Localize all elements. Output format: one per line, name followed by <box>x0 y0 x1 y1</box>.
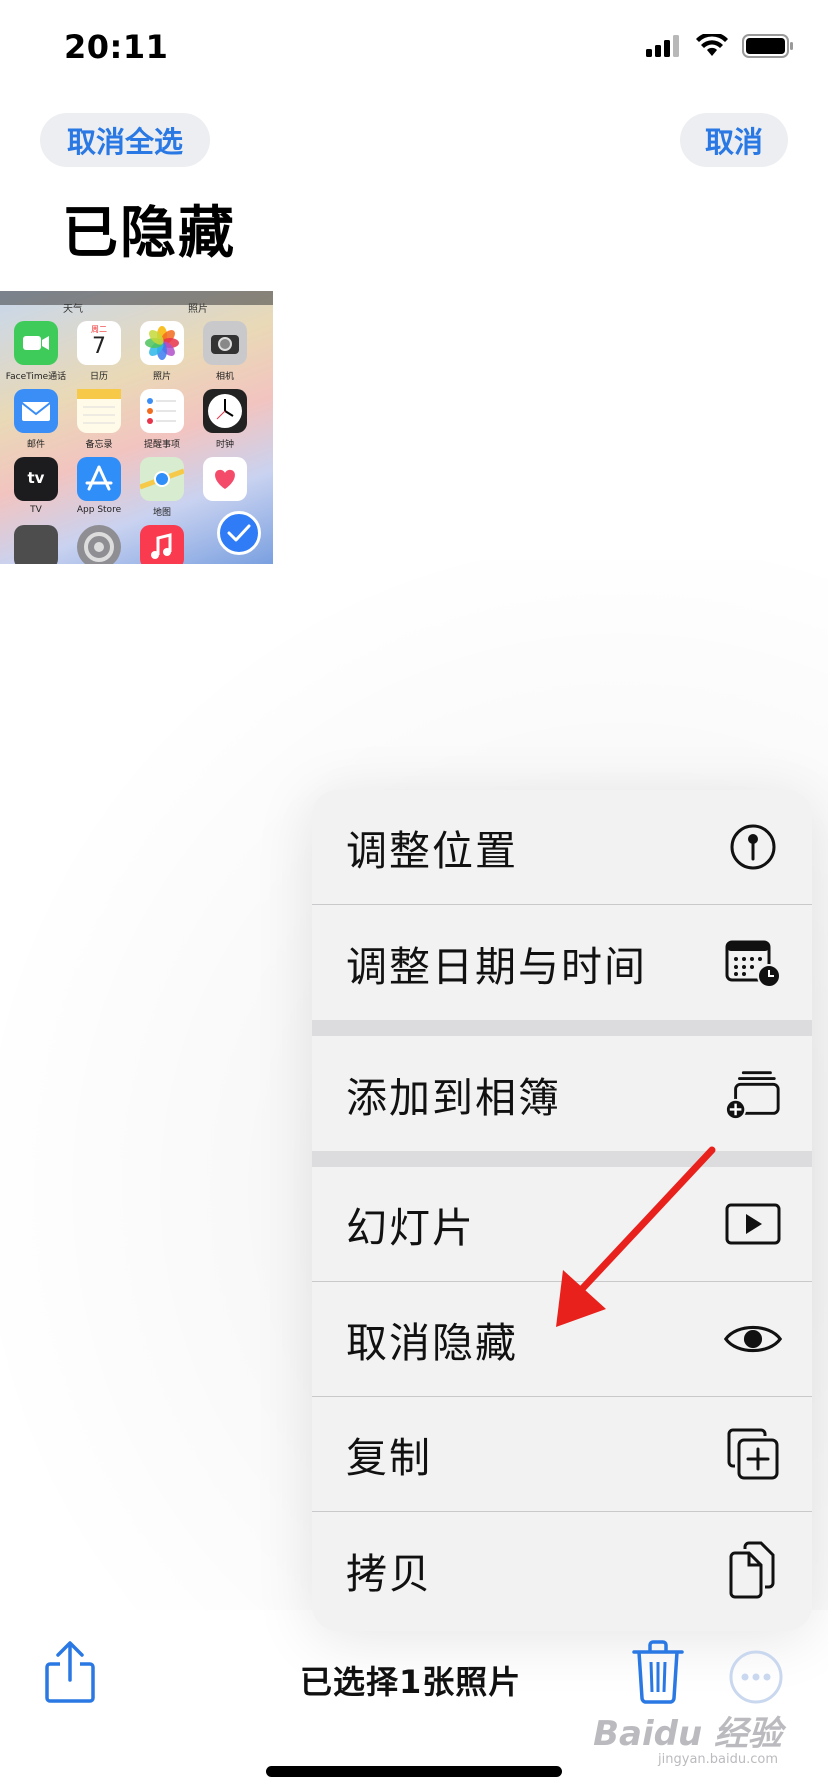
reminders-icon: 提醒事项 <box>140 389 184 450</box>
music-icon <box>140 525 184 564</box>
menu-item-label: 幻灯片 <box>346 1204 475 1252</box>
camera-icon: 相机 <box>203 321 247 382</box>
photos-hidden-album-screen: 20:11 取消全选 取消 已隐藏 天气 照片 FaceTime通话 周二 7 … <box>0 0 828 1792</box>
menu-item-label: 调整日期与时间 <box>346 942 647 991</box>
context-menu: 调整位置 调整日期与时间 添加到相簿 幻灯片 取消隐藏 复制 拷贝 <box>312 790 812 1631</box>
status-icons <box>646 34 794 58</box>
notes-icon: 备忘录 <box>77 389 121 450</box>
watermark-logo: Baidu 经验 <box>593 1714 782 1754</box>
watermark-url: jingyan.baidu.com <box>658 1752 778 1767</box>
copy-icon <box>724 1541 782 1599</box>
page-title: 已隐藏 <box>62 201 236 266</box>
selection-count: 已选择1张照片 <box>300 1663 522 1701</box>
menu-item-label: 拷贝 <box>346 1549 432 1598</box>
wifi-icon <box>696 34 728 56</box>
menu-section-divider <box>312 1151 812 1167</box>
maps-icon: 地图 <box>139 457 185 518</box>
mail-icon: 邮件 <box>14 389 58 450</box>
delete-button[interactable] <box>632 1640 684 1704</box>
menu-item-adjust-location[interactable]: 调整位置 <box>312 790 812 905</box>
settings-icon <box>77 525 121 564</box>
tv-icon: tv TV <box>14 457 58 515</box>
cancel-button[interactable]: 取消 <box>680 113 788 167</box>
menu-item-copy[interactable]: 拷贝 <box>312 1512 812 1627</box>
battery-icon <box>742 34 793 58</box>
thumbnail-widget-strip <box>0 291 273 305</box>
menu-item-label: 调整位置 <box>346 827 518 875</box>
menu-section-divider <box>312 1020 812 1036</box>
menu-item-label: 复制 <box>346 1434 432 1482</box>
health-icon <box>203 457 247 501</box>
menu-item-slideshow[interactable]: 幻灯片 <box>312 1167 812 1282</box>
share-icon <box>45 1641 95 1703</box>
eye-icon <box>724 1310 782 1368</box>
share-button[interactable] <box>44 1640 96 1704</box>
menu-item-duplicate[interactable]: 复制 <box>312 1397 812 1512</box>
wallet-icon <box>14 525 58 564</box>
more-icon <box>729 1650 783 1704</box>
calendar-clock-icon <box>724 934 782 992</box>
facetime-icon: FaceTime通话 <box>6 321 66 382</box>
thumbnail-app-grid: FaceTime通话 周二 7 日历 照片 相机 邮件 备忘录 提醒事项 时钟 … <box>6 321 247 564</box>
menu-item-label: 添加到相簿 <box>346 1073 561 1122</box>
cellular-signal-icon <box>646 35 679 57</box>
slideshow-icon <box>724 1195 782 1253</box>
thumbnail-label: 天气 <box>63 304 83 315</box>
more-button[interactable] <box>728 1649 784 1705</box>
add-to-album-icon <box>724 1065 782 1123</box>
calendar-icon: 周二 7 日历 <box>77 321 121 382</box>
photos-icon: 照片 <box>140 321 184 382</box>
status-time: 20:11 <box>64 28 169 66</box>
trash-icon <box>632 1640 684 1704</box>
app-store-icon: App Store <box>77 457 121 515</box>
deselect-all-button[interactable]: 取消全选 <box>40 113 210 167</box>
menu-item-label: 取消隐藏 <box>346 1319 518 1367</box>
selected-checkmark-icon <box>217 511 261 555</box>
clock-icon: 时钟 <box>203 389 247 450</box>
menu-item-add-to-album[interactable]: 添加到相簿 <box>312 1036 812 1151</box>
location-pin-icon <box>724 818 782 876</box>
thumbnail-label: 照片 <box>188 304 208 315</box>
duplicate-icon <box>724 1425 782 1483</box>
menu-item-unhide[interactable]: 取消隐藏 <box>312 1282 812 1397</box>
menu-item-adjust-date-time[interactable]: 调整日期与时间 <box>312 905 812 1020</box>
home-indicator[interactable] <box>266 1766 562 1777</box>
